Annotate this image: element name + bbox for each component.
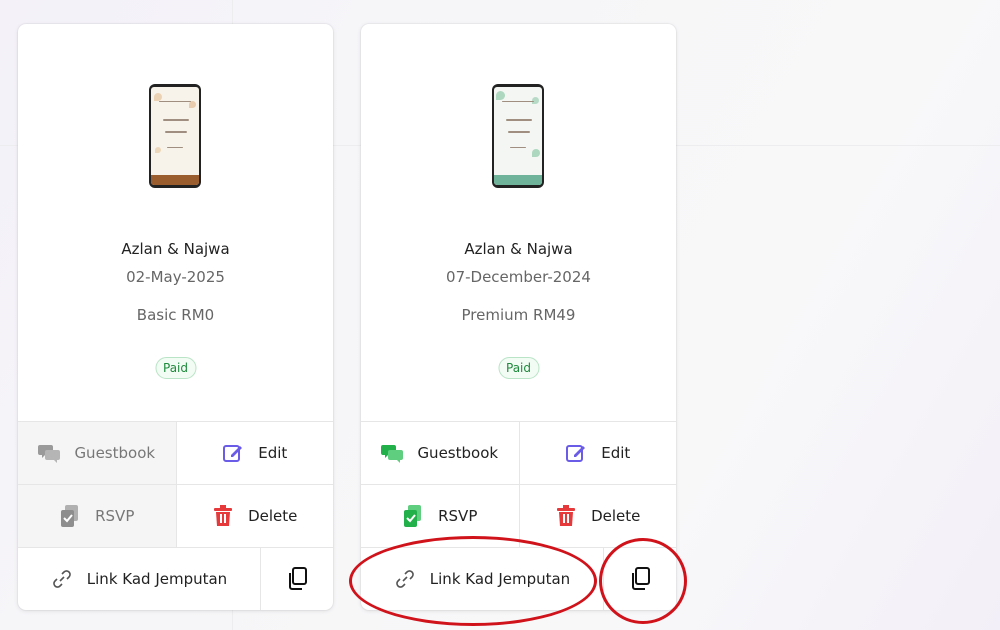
copy-link-button[interactable] [260, 548, 333, 610]
copy-icon [629, 567, 651, 590]
clipboard-check-icon [59, 505, 81, 527]
edit-label: Edit [601, 444, 631, 462]
edit-pencil-icon [565, 442, 587, 464]
trash-icon [212, 505, 234, 527]
guestbook-label: Guestbook [417, 444, 499, 462]
edit-button[interactable]: Edit [175, 422, 334, 484]
guestbook-label: Guestbook [74, 444, 156, 462]
invitation-preview-phone[interactable] [492, 84, 544, 188]
invitation-link-label: Link Kad Jemputan [86, 570, 228, 588]
edit-pencil-icon [222, 442, 244, 464]
rsvp-button[interactable]: RSVP [361, 485, 519, 547]
edit-button[interactable]: Edit [518, 422, 677, 484]
card-actions: Guestbook Edit RSVP Delete Link Kad Jemp… [361, 421, 676, 610]
delete-label: Delete [591, 507, 641, 525]
chat-bubbles-icon [38, 442, 61, 464]
guestbook-button[interactable]: Guestbook [18, 422, 176, 484]
event-date: 07-December-2024 [446, 268, 591, 286]
event-date: 02-May-2025 [126, 268, 225, 286]
link-icon [51, 568, 73, 590]
rsvp-label: RSVP [95, 507, 135, 525]
delete-button[interactable]: Delete [175, 485, 334, 547]
delete-button[interactable]: Delete [518, 485, 677, 547]
invitation-card: Azlan & Najwa 02-May-2025 Basic RM0 Paid… [18, 24, 333, 610]
invitation-link-label: Link Kad Jemputan [429, 570, 571, 588]
invitation-link-button[interactable]: Link Kad Jemputan [18, 548, 260, 610]
couple-name: Azlan & Najwa [121, 240, 230, 258]
rsvp-label: RSVP [438, 507, 478, 525]
trash-icon [555, 505, 577, 527]
invitation-link-button[interactable]: Link Kad Jemputan [361, 548, 603, 610]
chat-bubbles-icon [381, 442, 404, 464]
clipboard-check-icon [402, 505, 424, 527]
delete-label: Delete [248, 507, 298, 525]
invitation-preview-phone[interactable] [149, 84, 201, 188]
plan-label: Premium RM49 [461, 306, 576, 324]
link-icon [394, 568, 416, 590]
couple-name: Azlan & Najwa [464, 240, 573, 258]
copy-icon [286, 567, 308, 590]
rsvp-button[interactable]: RSVP [18, 485, 176, 547]
status-badge: Paid [497, 357, 540, 379]
copy-link-button[interactable] [603, 548, 676, 610]
status-badge: Paid [154, 357, 197, 379]
edit-label: Edit [258, 444, 288, 462]
invitation-card: Azlan & Najwa 07-December-2024 Premium R… [361, 24, 676, 610]
guestbook-button[interactable]: Guestbook [361, 422, 519, 484]
card-actions: Guestbook Edit RSVP Delete Link Kad Jemp… [18, 421, 333, 610]
plan-label: Basic RM0 [136, 306, 215, 324]
